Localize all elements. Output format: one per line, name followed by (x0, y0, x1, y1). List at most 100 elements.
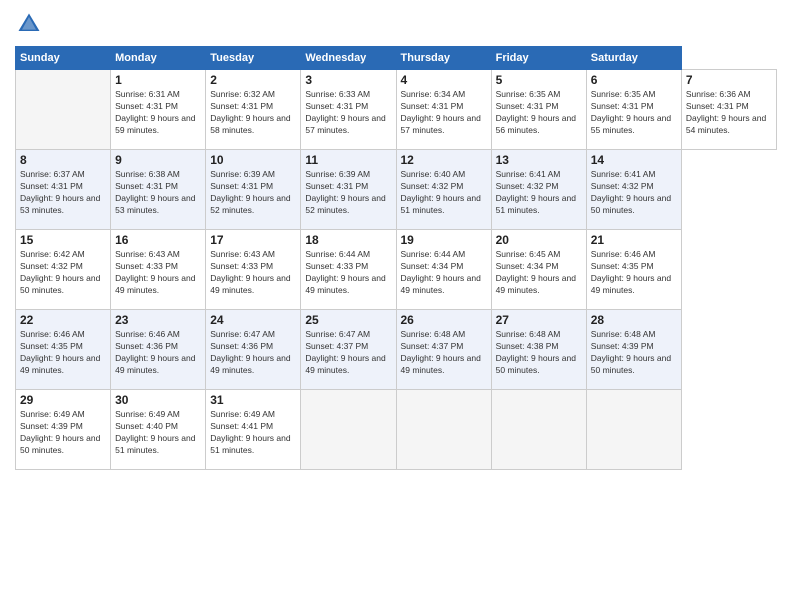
calendar-cell: 20 Sunrise: 6:45 AMSunset: 4:34 PMDayligh… (491, 230, 586, 310)
day-info: Sunrise: 6:42 AMSunset: 4:32 PMDaylight:… (20, 249, 106, 297)
day-header-wednesday: Wednesday (301, 47, 396, 70)
day-number: 22 (20, 313, 106, 327)
calendar-cell: 28Sunrise: 6:48 AMSunset: 4:39 PMDayligh… (586, 310, 681, 390)
day-info: Sunrise: 6:34 AMSunset: 4:31 PMDaylight:… (401, 89, 487, 137)
day-header-saturday: Saturday (586, 47, 681, 70)
day-info: Sunrise: 6:45 AMSunset: 4:34 PMDaylight:… (496, 249, 582, 297)
calendar-table: SundayMondayTuesdayWednesdayThursdayFrid… (15, 46, 777, 470)
day-info: Sunrise: 6:48 AMSunset: 4:37 PMDaylight:… (401, 329, 487, 377)
day-number: 16 (115, 233, 201, 247)
calendar-cell: 5 Sunrise: 6:35 AMSunset: 4:31 PMDaylight… (491, 70, 586, 150)
day-number: 21 (591, 233, 677, 247)
day-info: Sunrise: 6:44 AMSunset: 4:33 PMDaylight:… (305, 249, 391, 297)
day-number: 6 (591, 73, 677, 87)
calendar-cell: 6 Sunrise: 6:35 AMSunset: 4:31 PMDaylight… (586, 70, 681, 150)
day-header-monday: Monday (111, 47, 206, 70)
day-number: 5 (496, 73, 582, 87)
day-info: Sunrise: 6:49 AMSunset: 4:40 PMDaylight:… (115, 409, 201, 457)
calendar-week-3: 15Sunrise: 6:42 AMSunset: 4:32 PMDayligh… (16, 230, 777, 310)
day-info: Sunrise: 6:47 AMSunset: 4:37 PMDaylight:… (305, 329, 391, 377)
calendar-week-4: 22 Sunrise: 6:46 AMSunset: 4:35 PMDayligh… (16, 310, 777, 390)
calendar-cell: 11 Sunrise: 6:39 AMSunset: 4:31 PMDayligh… (301, 150, 396, 230)
day-number: 13 (496, 153, 582, 167)
calendar-cell: 13 Sunrise: 6:41 AMSunset: 4:32 PMDayligh… (491, 150, 586, 230)
day-info: Sunrise: 6:39 AMSunset: 4:31 PMDaylight:… (210, 169, 296, 217)
day-number: 24 (210, 313, 296, 327)
day-number: 17 (210, 233, 296, 247)
day-number: 7 (686, 73, 772, 87)
calendar-cell (16, 70, 111, 150)
day-number: 1 (115, 73, 201, 87)
day-number: 11 (305, 153, 391, 167)
day-info: Sunrise: 6:36 AMSunset: 4:31 PMDaylight:… (686, 89, 772, 137)
day-info: Sunrise: 6:41 AMSunset: 4:32 PMDaylight:… (496, 169, 582, 217)
calendar-cell: 8 Sunrise: 6:37 AMSunset: 4:31 PMDaylight… (16, 150, 111, 230)
calendar-cell (396, 390, 491, 470)
day-info: Sunrise: 6:35 AMSunset: 4:31 PMDaylight:… (591, 89, 677, 137)
day-number: 25 (305, 313, 391, 327)
calendar-cell: 27 Sunrise: 6:48 AMSunset: 4:38 PMDayligh… (491, 310, 586, 390)
day-number: 28 (591, 313, 677, 327)
calendar-cell: 19Sunrise: 6:44 AMSunset: 4:34 PMDayligh… (396, 230, 491, 310)
calendar-cell (491, 390, 586, 470)
day-number: 31 (210, 393, 296, 407)
calendar-week-2: 8 Sunrise: 6:37 AMSunset: 4:31 PMDaylight… (16, 150, 777, 230)
day-info: Sunrise: 6:46 AMSunset: 4:35 PMDaylight:… (591, 249, 677, 297)
calendar-cell: 9Sunrise: 6:38 AMSunset: 4:31 PMDaylight… (111, 150, 206, 230)
day-number: 26 (401, 313, 487, 327)
calendar-body: 1Sunrise: 6:31 AMSunset: 4:31 PMDaylight… (16, 70, 777, 470)
day-info: Sunrise: 6:49 AMSunset: 4:39 PMDaylight:… (20, 409, 106, 457)
calendar-cell: 2Sunrise: 6:32 AMSunset: 4:31 PMDaylight… (206, 70, 301, 150)
calendar-cell: 24 Sunrise: 6:47 AMSunset: 4:36 PMDayligh… (206, 310, 301, 390)
day-number: 8 (20, 153, 106, 167)
day-info: Sunrise: 6:35 AMSunset: 4:31 PMDaylight:… (496, 89, 582, 137)
calendar-cell (301, 390, 396, 470)
day-info: Sunrise: 6:40 AMSunset: 4:32 PMDaylight:… (401, 169, 487, 217)
calendar-cell: 29 Sunrise: 6:49 AMSunset: 4:39 PMDayligh… (16, 390, 111, 470)
calendar-week-5: 29 Sunrise: 6:49 AMSunset: 4:39 PMDayligh… (16, 390, 777, 470)
day-number: 12 (401, 153, 487, 167)
calendar-cell: 23 Sunrise: 6:46 AMSunset: 4:36 PMDayligh… (111, 310, 206, 390)
day-header-tuesday: Tuesday (206, 47, 301, 70)
calendar-cell (586, 390, 681, 470)
calendar-header-row: SundayMondayTuesdayWednesdayThursdayFrid… (16, 47, 777, 70)
day-info: Sunrise: 6:32 AMSunset: 4:31 PMDaylight:… (210, 89, 296, 137)
calendar-cell: 25 Sunrise: 6:47 AMSunset: 4:37 PMDayligh… (301, 310, 396, 390)
day-number: 30 (115, 393, 201, 407)
day-number: 29 (20, 393, 106, 407)
calendar-cell: 3Sunrise: 6:33 AMSunset: 4:31 PMDaylight… (301, 70, 396, 150)
calendar-cell: 4 Sunrise: 6:34 AMSunset: 4:31 PMDaylight… (396, 70, 491, 150)
day-header-sunday: Sunday (16, 47, 111, 70)
day-number: 4 (401, 73, 487, 87)
day-info: Sunrise: 6:39 AMSunset: 4:31 PMDaylight:… (305, 169, 391, 217)
calendar-cell: 26 Sunrise: 6:48 AMSunset: 4:37 PMDayligh… (396, 310, 491, 390)
calendar-cell: 18 Sunrise: 6:44 AMSunset: 4:33 PMDayligh… (301, 230, 396, 310)
day-header-thursday: Thursday (396, 47, 491, 70)
day-info: Sunrise: 6:47 AMSunset: 4:36 PMDaylight:… (210, 329, 296, 377)
day-info: Sunrise: 6:38 AMSunset: 4:31 PMDaylight:… (115, 169, 201, 217)
calendar-cell: 16 Sunrise: 6:43 AMSunset: 4:33 PMDayligh… (111, 230, 206, 310)
day-info: Sunrise: 6:33 AMSunset: 4:31 PMDaylight:… (305, 89, 391, 137)
day-info: Sunrise: 6:37 AMSunset: 4:31 PMDaylight:… (20, 169, 106, 217)
day-number: 10 (210, 153, 296, 167)
day-header-friday: Friday (491, 47, 586, 70)
day-number: 23 (115, 313, 201, 327)
day-info: Sunrise: 6:48 AMSunset: 4:38 PMDaylight:… (496, 329, 582, 377)
calendar-cell: 7 Sunrise: 6:36 AMSunset: 4:31 PMDaylight… (681, 70, 776, 150)
day-info: Sunrise: 6:46 AMSunset: 4:35 PMDaylight:… (20, 329, 106, 377)
day-info: Sunrise: 6:43 AMSunset: 4:33 PMDaylight:… (210, 249, 296, 297)
calendar-cell: 10 Sunrise: 6:39 AMSunset: 4:31 PMDayligh… (206, 150, 301, 230)
day-number: 14 (591, 153, 677, 167)
header (15, 10, 777, 38)
calendar-cell: 1Sunrise: 6:31 AMSunset: 4:31 PMDaylight… (111, 70, 206, 150)
day-info: Sunrise: 6:44 AMSunset: 4:34 PMDaylight:… (401, 249, 487, 297)
calendar-cell: 17 Sunrise: 6:43 AMSunset: 4:33 PMDayligh… (206, 230, 301, 310)
calendar-week-1: 1Sunrise: 6:31 AMSunset: 4:31 PMDaylight… (16, 70, 777, 150)
day-number: 18 (305, 233, 391, 247)
page-container: SundayMondayTuesdayWednesdayThursdayFrid… (0, 0, 792, 480)
day-info: Sunrise: 6:46 AMSunset: 4:36 PMDaylight:… (115, 329, 201, 377)
day-number: 20 (496, 233, 582, 247)
calendar-cell: 21 Sunrise: 6:46 AMSunset: 4:35 PMDayligh… (586, 230, 681, 310)
day-info: Sunrise: 6:43 AMSunset: 4:33 PMDaylight:… (115, 249, 201, 297)
day-number: 27 (496, 313, 582, 327)
